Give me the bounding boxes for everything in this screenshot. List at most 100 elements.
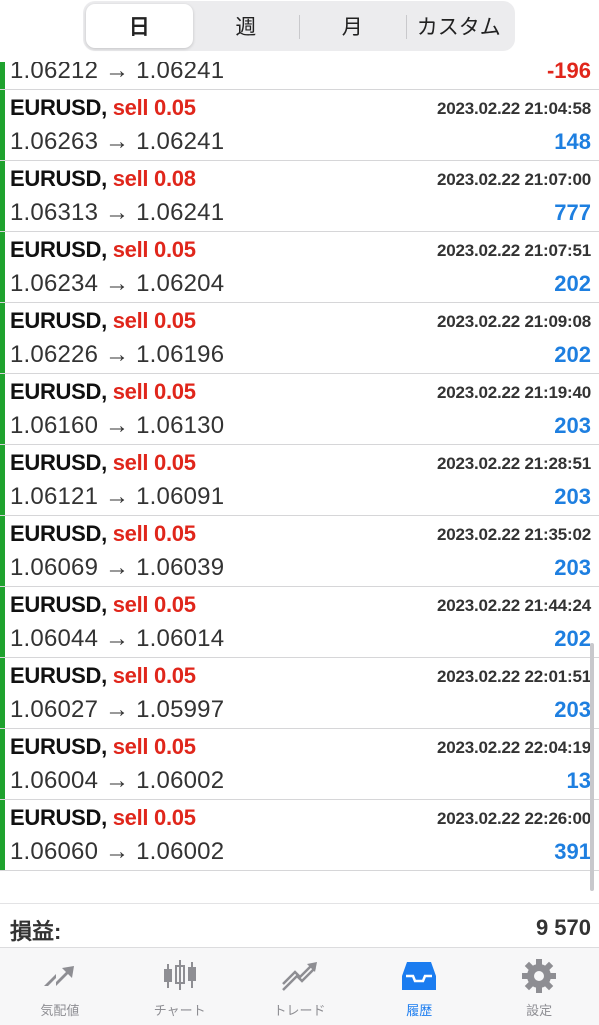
close-price: 1.06130 [136, 412, 225, 439]
trade-row[interactable]: EURUSD, sell 0.05 2023.02.22 21:44:24 1.06… [0, 587, 599, 658]
trade-title: EURUSD, sell 0.05 [10, 95, 196, 121]
trade-symbol: EURUSD, [10, 592, 107, 617]
scrollbar[interactable] [590, 643, 594, 891]
trade-side-volume: sell 0.05 [112, 663, 196, 688]
quotes-icon [43, 966, 74, 986]
position-indicator-bar [0, 303, 5, 373]
trade-side-volume: sell 0.05 [112, 592, 196, 617]
period-header: 日 週 月 カスタム [0, 0, 599, 62]
trade-title: EURUSD, sell 0.08 [10, 166, 196, 192]
tab-quotes-label: 気配値 [40, 1003, 80, 1018]
trade-title: EURUSD, sell 0.05 [10, 379, 196, 405]
trade-row[interactable]: EURUSD, sell 0.05 2023.02.22 21:28:51 1.06… [0, 445, 599, 516]
trade-prices: 1.06263 → 1.06241 [10, 128, 224, 156]
tab-quotes[interactable]: 気配値 [0, 948, 120, 1025]
trade-row[interactable]: EURUSD, sell 0.05 2023.02.22 21:07:51 1.06… [0, 232, 599, 303]
trade-prices: 1.06226 → 1.06196 [10, 341, 224, 369]
trade-datetime: 2023.02.22 21:35:02 [436, 525, 591, 544]
trade-symbol: EURUSD, [10, 166, 107, 191]
tab-trade-label: トレード [273, 1003, 326, 1018]
profit-label: 損益: [10, 919, 62, 944]
position-indicator-bar [0, 729, 5, 799]
position-indicator-bar [0, 445, 5, 515]
position-indicator-bar [0, 232, 5, 302]
trade-side-volume: sell 0.05 [112, 308, 196, 333]
trade-title: EURUSD, sell 0.05 [10, 450, 196, 476]
profit-summary: 損益: 9 570 [0, 903, 599, 948]
settings-icon [522, 959, 557, 993]
close-price: 1.06204 [136, 270, 225, 297]
tab-history[interactable]: 履歴 [359, 948, 479, 1025]
trade-row[interactable]: EURUSD, sell 0.05 2023.02.22 21:04:58 1.06… [0, 90, 599, 161]
trade-side-volume: sell 0.05 [112, 95, 196, 120]
trade-datetime: 2023.02.22 21:19:40 [436, 383, 591, 402]
trade-row[interactable]: EURUSD, sell 0.05 2023.02.22 22:26:00 1.06… [0, 800, 599, 871]
trade-datetime: 2023.02.22 22:26:00 [436, 809, 591, 828]
tab-chart[interactable]: チャート [120, 948, 240, 1025]
position-indicator-bar [0, 658, 5, 728]
trade-row[interactable]: EURUSD, sell 0.05 2023.02.22 21:35:02 1.06… [0, 516, 599, 587]
trade-prices: 1.06234 → 1.06204 [10, 270, 224, 298]
arrow-icon: → [105, 696, 130, 723]
open-price: 1.06060 [10, 838, 99, 865]
trade-icon [282, 962, 318, 991]
trade-symbol: EURUSD, [10, 805, 107, 830]
trade-row[interactable]: EURUSD, sell 0.05 2023.02.22 21:19:40 1.06… [0, 374, 599, 445]
tab-settings-label: 設定 [526, 1003, 553, 1018]
open-price: 1.06004 [10, 767, 99, 794]
arrow-icon: → [105, 412, 130, 439]
trade-title: EURUSD, sell 0.05 [10, 592, 196, 618]
trade-symbol: EURUSD, [10, 237, 107, 262]
trade-prices: 1.06160 → 1.06130 [10, 412, 224, 440]
segment-custom[interactable]: カスタム [405, 4, 513, 48]
trade-profit: 203 [554, 413, 591, 438]
trade-history-list[interactable]: EURUSD, sell 0.052023.02.22 21:03:211.06… [0, 41, 599, 903]
history-icon [402, 962, 437, 990]
arrow-icon: → [105, 838, 130, 865]
tab-bar: 気配値 チャート トレード 履歴 設定 [0, 947, 599, 1025]
position-indicator-bar [0, 90, 5, 160]
chart-icon [163, 960, 196, 990]
segment-week[interactable]: 週 [193, 4, 300, 48]
open-price: 1.06226 [10, 341, 99, 368]
segment-month[interactable]: 月 [299, 4, 406, 48]
trade-profit: 148 [554, 129, 591, 154]
arrow-icon: → [105, 199, 130, 226]
profit-total: 9 570 [535, 915, 591, 940]
trade-symbol: EURUSD, [10, 308, 107, 333]
arrow-icon: → [105, 270, 130, 297]
arrow-icon: → [105, 341, 130, 368]
trade-datetime: 2023.02.22 21:28:51 [436, 454, 591, 473]
trade-datetime: 2023.02.22 22:01:51 [436, 667, 591, 686]
tab-chart-label: チャート [153, 1003, 206, 1018]
arrow-icon: → [105, 767, 130, 794]
close-price: 1.06039 [136, 554, 225, 581]
position-indicator-bar [0, 374, 5, 444]
trade-profit: 203 [554, 555, 591, 580]
trade-row[interactable]: EURUSD, sell 0.05 2023.02.22 21:09:08 1.06… [0, 303, 599, 374]
trade-side-volume: sell 0.08 [112, 166, 196, 191]
trade-datetime: 2023.02.22 21:04:58 [436, 99, 591, 118]
trade-title: EURUSD, sell 0.05 [10, 734, 196, 760]
trade-row[interactable]: EURUSD, sell 0.08 2023.02.22 21:07:00 1.06… [0, 161, 599, 232]
close-price: 1.06002 [136, 767, 225, 794]
trade-prices: 1.06069 → 1.06039 [10, 554, 224, 582]
trade-row[interactable]: EURUSD, sell 0.05 2023.02.22 22:01:51 1.06… [0, 658, 599, 729]
trade-prices: 1.06004 → 1.06002 [10, 767, 224, 795]
close-price: 1.06014 [136, 625, 225, 652]
open-price: 1.06160 [10, 412, 99, 439]
close-price: 1.06091 [136, 483, 225, 510]
tab-settings[interactable]: 設定 [479, 948, 599, 1025]
tab-trade[interactable]: トレード [240, 948, 360, 1025]
trade-row[interactable]: EURUSD, sell 0.05 2023.02.22 22:04:19 1.06… [0, 729, 599, 800]
position-indicator-bar [0, 161, 5, 231]
period-segmented-control: 日 週 月 カスタム [83, 1, 515, 51]
trade-datetime: 2023.02.22 21:09:08 [436, 312, 591, 331]
trade-symbol: EURUSD, [10, 450, 107, 475]
trade-title: EURUSD, sell 0.05 [10, 521, 196, 547]
trade-profit: 202 [554, 626, 591, 651]
open-price: 1.06313 [10, 199, 99, 226]
trade-prices: 1.06313 → 1.06241 [10, 199, 224, 227]
close-price: 1.06002 [136, 838, 225, 865]
segment-day[interactable]: 日 [86, 4, 193, 48]
